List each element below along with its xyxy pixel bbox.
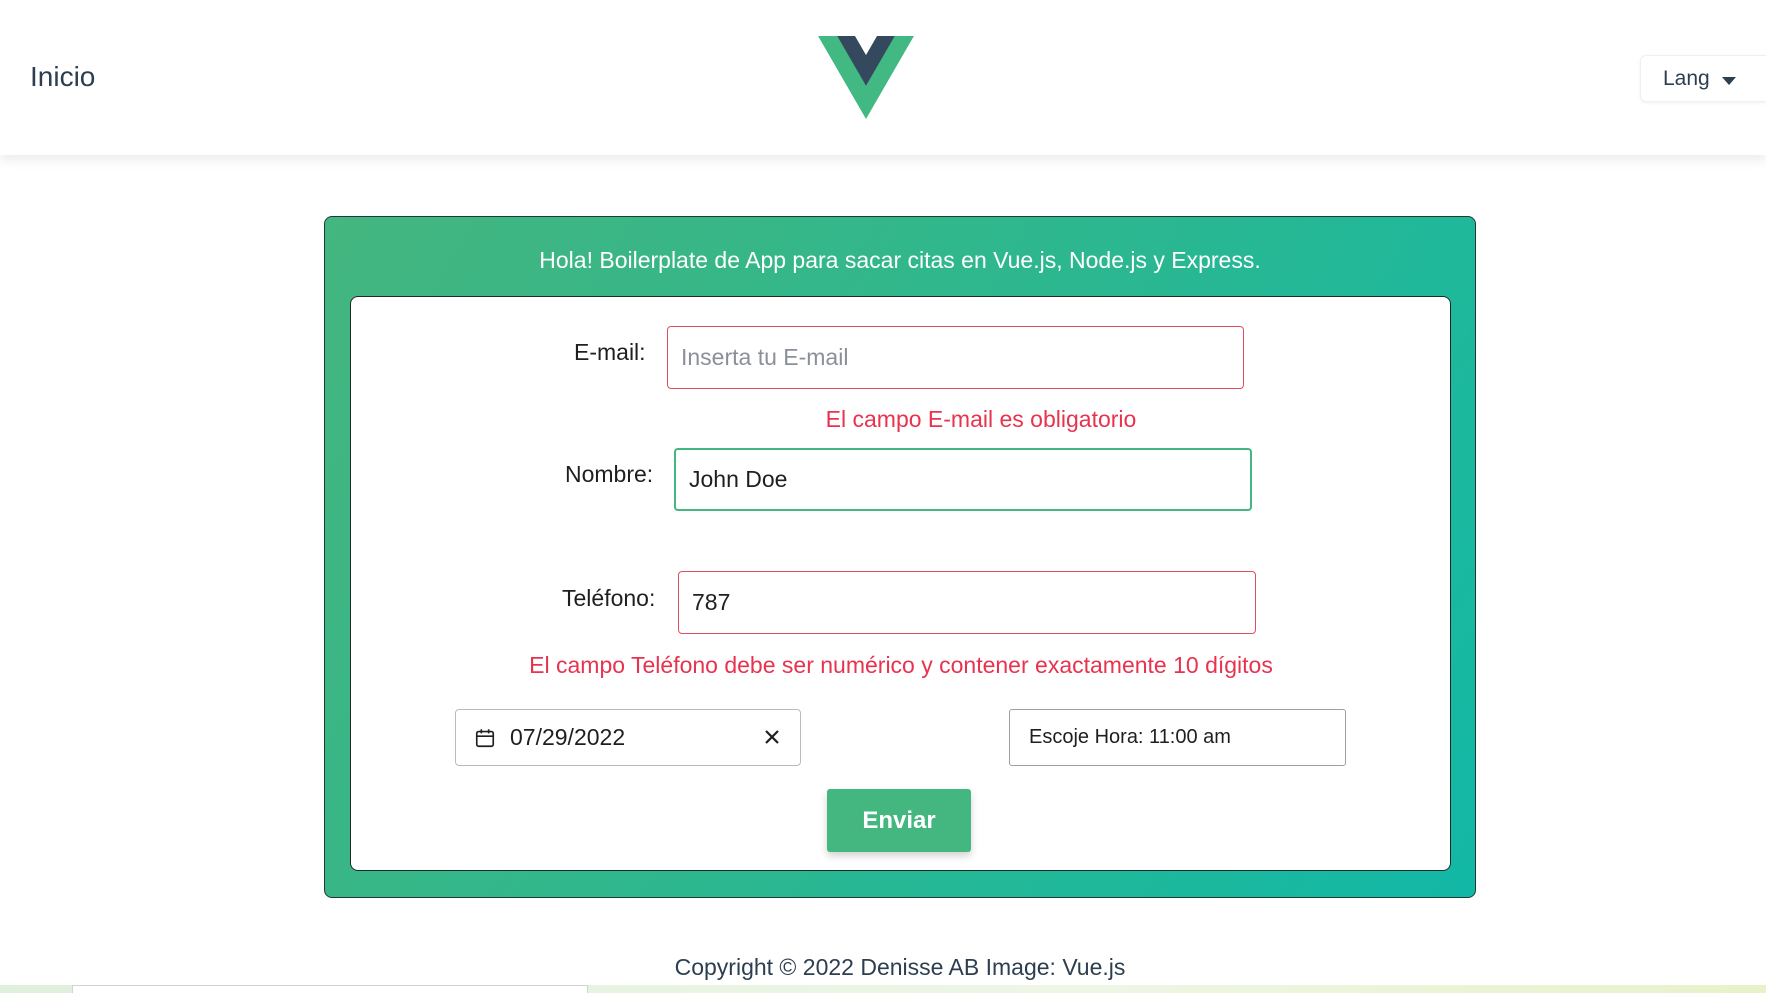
email-input[interactable]	[667, 326, 1244, 389]
top-navbar: Inicio Lang	[0, 0, 1766, 155]
calendar-icon	[475, 728, 495, 747]
phone-input[interactable]	[678, 571, 1256, 634]
footer-copyright: Copyright © 2022 Denisse AB Image: Vue.j…	[674, 954, 1126, 980]
email-label: E-mail:	[574, 339, 646, 365]
phone-label: Teléfono:	[562, 585, 656, 611]
phone-error-message: El campo Teléfono debe ser numérico y co…	[529, 652, 1273, 678]
appointment-card: Hola! Boilerplate de App para sacar cita…	[324, 216, 1476, 898]
appointment-form: E-mail: El campo E-mail es obligatorio N…	[350, 296, 1451, 871]
name-label: Nombre:	[565, 461, 654, 487]
nav-link-inicio[interactable]: Inicio	[30, 61, 95, 93]
name-input[interactable]	[674, 448, 1252, 511]
bottom-frame	[72, 985, 588, 993]
caret-down-icon	[1721, 76, 1736, 85]
clear-icon[interactable]	[762, 727, 782, 747]
date-value: 07/29/2022	[510, 724, 626, 750]
submit-button[interactable]: Enviar	[827, 789, 971, 852]
time-select[interactable]: Escoje Hora: 11:00 am	[1009, 709, 1346, 766]
card-title: Hola! Boilerplate de App para sacar cita…	[539, 247, 1261, 273]
vue-logo-icon	[818, 36, 914, 119]
email-error-message: El campo E-mail es obligatorio	[825, 406, 1137, 432]
lang-label: Lang	[1663, 66, 1710, 90]
lang-dropdown[interactable]: Lang	[1640, 55, 1766, 102]
date-picker[interactable]: 07/29/2022	[455, 709, 801, 766]
